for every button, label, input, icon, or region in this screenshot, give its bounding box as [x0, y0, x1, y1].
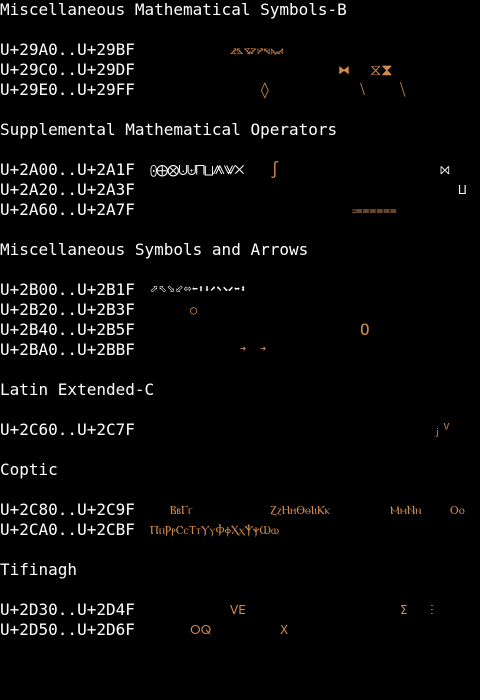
glyph-run: ⲠⲡⲢⲣⲤⲥⲦⲧⲨⲩⲪⲫⲬⲭⲮⲯⲰⲱ — [150, 523, 280, 537]
glyph-run: ⵔⵕ — [190, 623, 212, 637]
glyph-run: Ⲟⲟ — [450, 503, 465, 517]
row-2a60: U+2A60..U+2A7F ⩴⩵⩶ — [0, 200, 397, 220]
glyph-run: O — [360, 320, 370, 339]
row-29e0: U+29E0..U+29FF ◊ ⧵ ⧹ — [0, 80, 405, 100]
glyph-run: ⧓ — [338, 63, 350, 77]
glyph-run: ⧖⧗ — [370, 60, 393, 79]
range-label: U+2A60..U+2A7F — [0, 200, 135, 219]
glyph-run: ⩴⩵⩶ — [352, 203, 397, 217]
glyph-run: ⨿ — [458, 183, 467, 197]
row-2b20: U+2B20..U+2B3F ○ — [0, 300, 197, 320]
range-label: U+2C80..U+2C9F — [0, 500, 135, 519]
range-label: U+2D50..U+2D6F — [0, 620, 135, 639]
glyph-run: ⬀⬁⬂⬃⬄⬅⬆⬇⬈⬉⬊⬋⬌⬍ — [150, 284, 247, 295]
glyph-run: ⨀⨁⨂⨃⨄⨅⨆⨇⨈⨉ — [150, 163, 244, 177]
row-2b00: U+2B00..U+2B1F ⬀⬁⬂⬃⬄⬅⬆⬇⬈⬉⬊⬋⬌⬍ — [0, 280, 246, 300]
row-2c60: U+2C60..U+2C7F ⱼⱽ — [0, 420, 451, 440]
block-title-misc-math-b: Miscellaneous Mathematical Symbols-B — [0, 0, 347, 19]
glyph-run: ⧵ — [360, 80, 366, 99]
row-2d30: U+2D30..U+2D4F ⴸⴹ ⵉ ⵗ — [0, 600, 434, 620]
range-label: U+2BA0..U+2BBF — [0, 340, 135, 359]
range-label: U+2B40..U+2B5F — [0, 320, 135, 339]
glyph-run: ⵝ — [280, 623, 289, 637]
glyph-run: ➜ — [240, 344, 247, 355]
glyph-run: ○ — [190, 303, 198, 317]
row-2ba0: U+2BA0..U+2BBF ➜ ➜ — [0, 340, 266, 360]
glyph-run: ➜ — [260, 344, 267, 355]
glyph-run: ⴸⴹ — [230, 603, 246, 617]
range-label: U+29C0..U+29DF — [0, 60, 135, 79]
row-29a0: U+29A0..U+29BF ⦨⦩⦪⦫⦬⦭⦮⦯ — [0, 40, 284, 60]
block-title-latin-ext-c: Latin Extended-C — [0, 380, 155, 399]
glyph-run: ⵉ — [400, 603, 408, 617]
block-title-tifinagh: Tifinagh — [0, 560, 78, 579]
glyph-run: ⨝ — [440, 163, 450, 177]
range-label: U+29A0..U+29BF — [0, 40, 135, 59]
range-label: U+2CA0..U+2CBF — [0, 520, 135, 539]
glyph-run: ⱼⱽ — [432, 420, 452, 439]
glyph-run: ◊ — [260, 80, 270, 99]
glyph-run: ⦨⦩⦪⦫⦬⦭⦮⦯ — [230, 43, 284, 57]
range-label: U+2B20..U+2B3F — [0, 300, 135, 319]
row-2c80: U+2C80..U+2C9F ⲂⲃⲄⲅ ⲌⲍⲎⲏⲐⲑⲒⲓⲔⲕ ⲘⲙⲚⲛ Ⲟⲟ — [0, 500, 465, 520]
row-2b40: U+2B40..U+2B5F O — [0, 320, 370, 340]
glyph-run: ⲘⲙⲚⲛ — [390, 503, 422, 517]
range-label: U+2D30..U+2D4F — [0, 600, 135, 619]
block-title-misc-symbols-arrows: Miscellaneous Symbols and Arrows — [0, 240, 309, 259]
glyph-run: ⧹ — [400, 80, 406, 99]
row-2ca0: U+2CA0..U+2CBF ⲠⲡⲢⲣⲤⲥⲦⲧⲨⲩⲪⲫⲬⲭⲮⲯⲰⲱ — [0, 520, 279, 540]
block-title-supp-math-ops: Supplemental Mathematical Operators — [0, 120, 338, 139]
row-2a20: U+2A20..U+2A3F ⨿ — [0, 180, 467, 200]
range-label: U+29E0..U+29FF — [0, 80, 135, 99]
row-29c0: U+29C0..U+29DF ⧓ ⧖⧗ — [0, 60, 392, 80]
row-2d50: U+2D50..U+2D6F ⵔⵕ ⵝ — [0, 620, 288, 640]
range-label: U+2A00..U+2A1F — [0, 160, 135, 179]
glyph-run: ⲂⲃⲄⲅ — [170, 503, 194, 517]
range-label: U+2C60..U+2C7F — [0, 420, 135, 439]
range-label: U+2B00..U+2B1F — [0, 280, 135, 299]
range-label: U+2A20..U+2A3F — [0, 180, 135, 199]
row-2a00: U+2A00..U+2A1F ⨀⨁⨂⨃⨄⨅⨆⨇⨈⨉ ∫ ⨝ — [0, 160, 450, 180]
glyph-run: ∫ — [270, 160, 280, 179]
glyph-run: ⲌⲍⲎⲏⲐⲑⲒⲓⲔⲕ — [270, 503, 331, 517]
glyph-run: ⵗ — [430, 603, 434, 617]
block-title-coptic: Coptic — [0, 460, 58, 479]
